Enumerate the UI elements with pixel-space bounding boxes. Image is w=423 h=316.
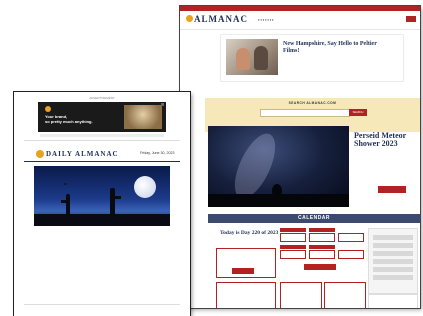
newsletter-title: DAILY ALMANAC [46, 150, 119, 158]
ad-label: ADVERTISEMENT [89, 96, 115, 100]
cactus-icon [110, 188, 115, 218]
site-logo[interactable]: ALMANAC [194, 14, 248, 24]
grid-header [309, 245, 335, 249]
sun-logo-icon [186, 15, 193, 22]
newsletter-date: Friday, June 30, 2023 [140, 151, 175, 155]
ad-logo-icon [45, 106, 51, 112]
chart-row [373, 251, 413, 256]
search-input[interactable] [260, 109, 350, 117]
calendar-event-cell[interactable] [309, 250, 335, 259]
weather-box[interactable] [280, 282, 322, 308]
bird-icon: ⌄ [62, 178, 69, 187]
header-action-button[interactable] [406, 16, 416, 22]
calendar-event-cell[interactable] [309, 233, 335, 242]
cactus-icon [66, 194, 70, 218]
day-of-year-text: Today is Day 220 of 2023 [220, 230, 279, 236]
search-label: SEARCH ALMANAC.COM [288, 101, 337, 105]
website-window: ALMANAC ▾ ▾ ▾ ▾ ▾ ▾ ▾ New Hampshire, Say… [180, 6, 420, 308]
title-rule [24, 161, 180, 162]
chart-row [373, 235, 413, 240]
footer-divider [24, 304, 180, 305]
promo-person-figure [254, 46, 268, 70]
calendar-view-button[interactable] [304, 264, 336, 270]
promo-person-figure [236, 48, 250, 70]
calendar-header: CALENDAR [208, 214, 420, 223]
tree-silhouette-icon [272, 184, 282, 198]
feature-title[interactable]: Perseid Meteor Shower 2023 [354, 132, 416, 148]
calendar-event-cell[interactable] [280, 250, 306, 259]
cactus-arm [61, 200, 66, 203]
promo-title[interactable]: New Hampshire, Say Hello to Peltier Film… [283, 41, 393, 55]
promo-image [226, 39, 278, 75]
main-navigation[interactable]: ▾ ▾ ▾ ▾ ▾ ▾ ▾ [258, 18, 274, 22]
full-moon-icon [134, 176, 156, 198]
grid-header [309, 228, 335, 232]
search-button[interactable]: SEARCH [349, 109, 367, 116]
extra-box[interactable] [368, 294, 418, 308]
ad-image [124, 105, 162, 129]
chart-row [373, 259, 413, 264]
calendar-event-cell[interactable] [338, 250, 364, 259]
grid-header [280, 245, 306, 249]
feature-read-more-button[interactable] [378, 186, 406, 193]
desert-ground [34, 214, 170, 226]
calendar-event-cell[interactable] [338, 233, 364, 242]
gardening-box[interactable] [324, 282, 366, 308]
chart-row [373, 267, 413, 272]
moon-phase-box[interactable] [216, 282, 276, 308]
cactus-arm [115, 196, 121, 199]
chart-row [373, 243, 413, 248]
ad-close-icon[interactable] [161, 103, 164, 106]
divider [24, 140, 180, 141]
calendar-events-grid [280, 228, 365, 276]
grid-header [280, 228, 306, 232]
chart-row [373, 275, 413, 280]
calendar-event-cell[interactable] [280, 233, 306, 242]
email-window: ADVERTISEMENT Your brand, so pretty much… [14, 92, 190, 316]
calendar-box-button[interactable] [232, 268, 254, 274]
ad-footer-strip [40, 134, 164, 137]
sun-logo-icon [36, 150, 44, 158]
printable-chart-card[interactable] [368, 228, 418, 294]
ad-subheadline: so pretty much anything. [45, 119, 93, 124]
